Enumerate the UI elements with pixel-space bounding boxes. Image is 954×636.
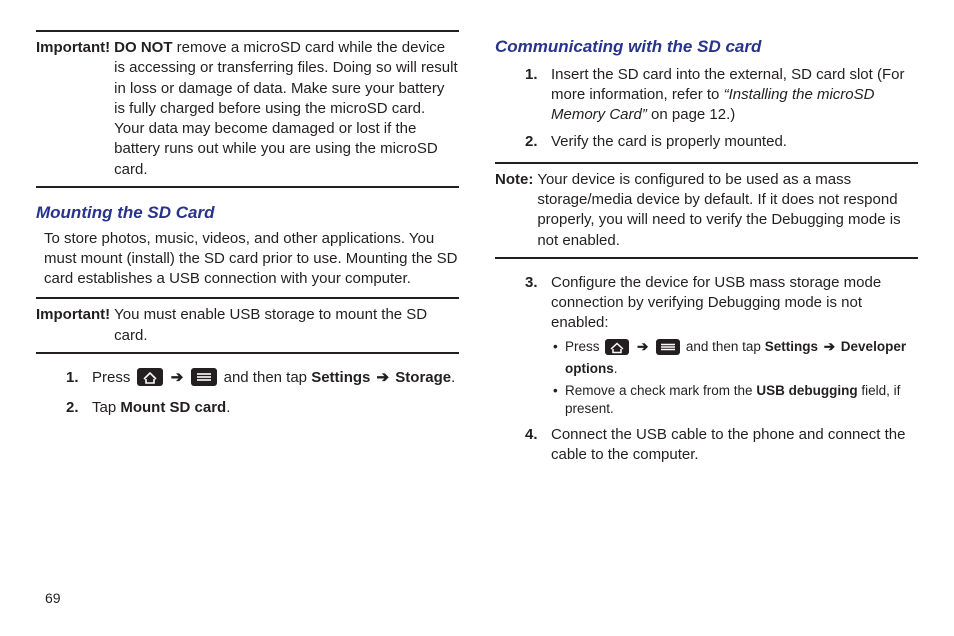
comm-steps-bottom: 3. Configure the device for USB mass sto… [495, 273, 918, 465]
comm-step-1: 1. Insert the SD card into the external,… [525, 65, 918, 126]
note-block: Note: Your device is configured to be us… [495, 162, 918, 259]
important-block-1: Important! DO NOT remove a microSD card … [36, 30, 459, 188]
arrow4-icon: ➔ [824, 339, 835, 354]
s1-press: Press [92, 369, 135, 386]
important2-label: Important! [36, 305, 114, 346]
s1-andthen: and then tap [224, 369, 312, 386]
home-icon-2 [605, 339, 629, 360]
b1-press: Press [565, 339, 603, 354]
s1-storage: Storage [395, 369, 451, 386]
s1-settings: Settings [311, 369, 374, 386]
step3-bullets: Press ➔ and then tap Settings ➔ Develope… [551, 338, 918, 419]
arrow-icon: ➔ [171, 369, 184, 386]
s2-tap: Tap [92, 399, 120, 416]
heading-mounting: Mounting the SD Card [36, 202, 459, 225]
important1-donot: DO NOT [114, 39, 172, 56]
c1-c: on page 12.) [647, 106, 735, 123]
b2-a: Remove a check mark from the [565, 383, 756, 398]
important1-label: Important! [36, 38, 114, 180]
left-column: Important! DO NOT remove a microSD card … [36, 30, 459, 585]
b2-usb: USB debugging [756, 383, 857, 398]
b1-settings: Settings [765, 339, 822, 354]
step3-bullet-1: Press ➔ and then tap Settings ➔ Develope… [551, 338, 918, 378]
page: Important! DO NOT remove a microSD card … [0, 0, 954, 636]
heading-communicating: Communicating with the SD card [495, 36, 918, 59]
mounting-para: To store photos, music, videos, and othe… [44, 229, 459, 290]
arrow2-icon: ➔ [377, 369, 390, 386]
mounting-step-2: 2. Tap Mount SD card. [66, 398, 459, 418]
note-label: Note: [495, 170, 537, 251]
home-icon [137, 368, 163, 392]
comm-steps-top: 1. Insert the SD card into the external,… [495, 65, 918, 152]
mounting-step-1: 1. Press ➔ and then tap Settings ➔ Stora… [66, 368, 459, 392]
c4: Connect the USB cable to the phone and c… [551, 426, 905, 463]
page-number: 69 [45, 589, 61, 608]
right-column: Communicating with the SD card 1. Insert… [495, 30, 918, 585]
b1-andthen: and then tap [686, 339, 765, 354]
menu-icon-2 [656, 339, 680, 360]
important-block-2: Important! You must enable USB storage t… [36, 297, 459, 354]
s2-mount: Mount SD card [120, 399, 226, 416]
note-body: Your device is configured to be used as … [537, 170, 918, 251]
step3-bullet-2: Remove a check mark from the USB debuggi… [551, 382, 918, 418]
c2: Verify the card is properly mounted. [551, 133, 787, 150]
mounting-steps: 1. Press ➔ and then tap Settings ➔ Stora… [36, 368, 459, 419]
menu-icon [191, 368, 217, 392]
important1-body: DO NOT remove a microSD card while the d… [114, 38, 459, 180]
comm-step-4: 4. Connect the USB cable to the phone an… [525, 425, 918, 466]
important2-body: You must enable USB storage to mount the… [114, 305, 459, 346]
important1-rest: remove a microSD card while the device i… [114, 39, 457, 178]
c3: Configure the device for USB mass storag… [551, 274, 881, 332]
two-column-layout: Important! DO NOT remove a microSD card … [36, 30, 918, 585]
comm-step-3: 3. Configure the device for USB mass sto… [525, 273, 918, 419]
comm-step-2: 2. Verify the card is properly mounted. [525, 132, 918, 152]
arrow3-icon: ➔ [637, 339, 648, 354]
